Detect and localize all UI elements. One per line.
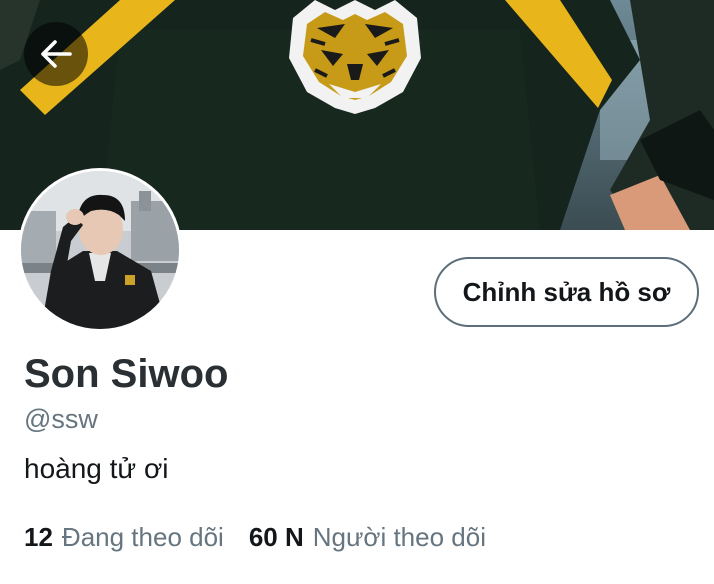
- user-handle: @ssw: [24, 404, 98, 434]
- edit-profile-label: Chỉnh sửa hồ sơ: [462, 276, 671, 307]
- display-name: Son Siwoo: [24, 352, 229, 396]
- followers-label: Người theo dõi: [312, 522, 486, 552]
- follow-stats: 12 Đang theo dõi 60 N Người theo dõi: [24, 519, 486, 555]
- arrow-left-icon: [41, 40, 72, 68]
- following-label: Đang theo dõi: [61, 522, 224, 552]
- followers-link[interactable]: 60 N Người theo dõi: [249, 519, 486, 555]
- edit-profile-button[interactable]: Chỉnh sửa hồ sơ: [434, 257, 699, 327]
- followers-count: 60 N: [248, 522, 304, 552]
- profile-bio: hoàng tử ơi: [24, 453, 169, 484]
- avatar-image: [21, 171, 179, 329]
- following-count: 12: [24, 522, 53, 552]
- back-button[interactable]: [24, 22, 88, 86]
- following-link[interactable]: 12 Đang theo dõi: [24, 519, 224, 555]
- avatar[interactable]: [18, 168, 182, 332]
